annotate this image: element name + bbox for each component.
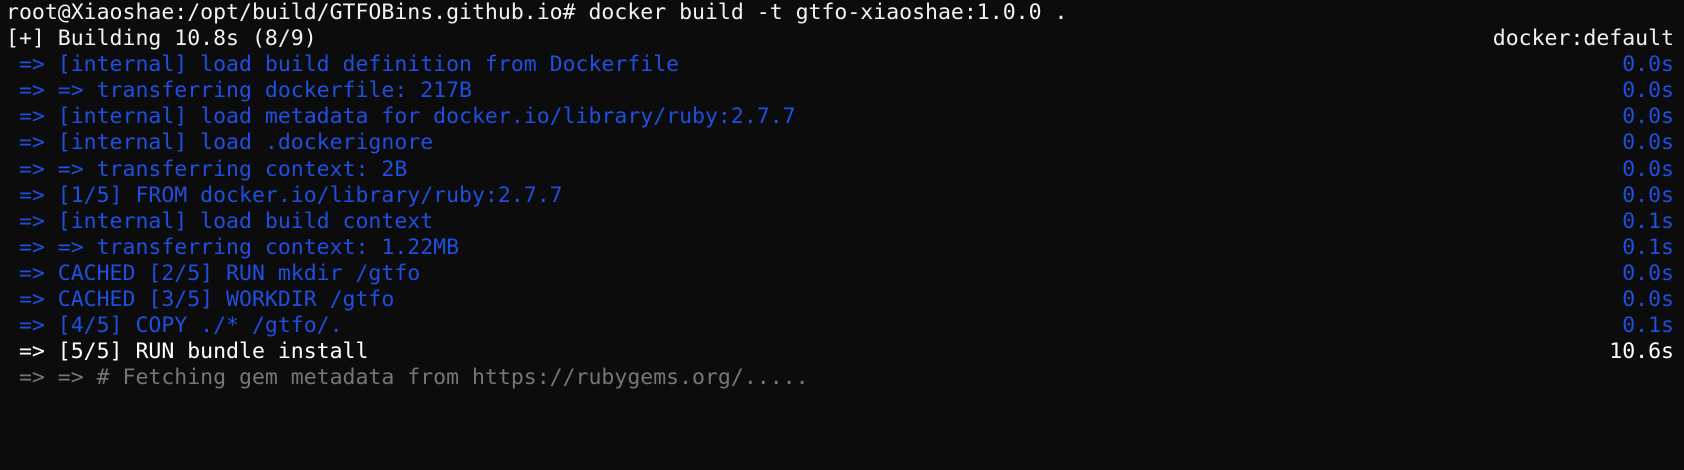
- build-step-time: 0.1s: [1622, 208, 1674, 234]
- build-step-text: => [internal] load metadata for docker.i…: [6, 104, 796, 130]
- build-step-line: => CACHED [3/5] WORKDIR /gtfo 0.0s: [0, 287, 1684, 313]
- build-step-line: => => transferring context: 1.22MB 0.1s: [0, 235, 1684, 261]
- build-step-time: 0.0s: [1622, 130, 1674, 156]
- build-step-text: => => transferring context: 1.22MB: [6, 234, 460, 260]
- build-step-time: 0.0s: [1622, 52, 1674, 78]
- prompt-path: root@Xiaoshae:/opt/build/GTFOBins.github…: [6, 0, 589, 25]
- build-step-line: => [internal] load metadata for docker.i…: [0, 104, 1684, 130]
- build-step-time: 0.0s: [1622, 182, 1674, 208]
- build-step-text: => => transferring dockerfile: 217B: [6, 78, 472, 104]
- build-step-line: => [internal] load .dockerignore 0.0s: [0, 130, 1684, 156]
- build-status-line: [+] Building 10.8s (8/9) docker:default: [0, 26, 1684, 52]
- build-step-text: => CACHED [3/5] WORKDIR /gtfo: [6, 287, 395, 313]
- build-step-time: 0.0s: [1622, 260, 1674, 286]
- build-step-line: => [4/5] COPY ./* /gtfo/. 0.1s: [0, 313, 1684, 339]
- build-step-text: => [internal] load build context: [6, 208, 434, 234]
- build-step-line: => => transferring context: 2B 0.0s: [0, 157, 1684, 183]
- command-prompt-line: root@Xiaoshae:/opt/build/GTFOBins.github…: [0, 0, 1684, 26]
- build-step-time: 0.1s: [1622, 234, 1674, 260]
- build-step-line-running: => [5/5] RUN bundle install 10.6s: [0, 339, 1684, 365]
- build-step-text: => [internal] load .dockerignore: [6, 130, 434, 156]
- typed-command: docker build -t gtfo-xiaoshae:1.0.0 .: [588, 0, 1068, 25]
- build-step-time: 0.0s: [1622, 78, 1674, 104]
- build-step-line: => CACHED [2/5] RUN mkdir /gtfo 0.0s: [0, 261, 1684, 287]
- build-step-text: => [internal] load build definition from…: [6, 52, 680, 78]
- build-step-text: => [1/5] FROM docker.io/library/ruby:2.7…: [6, 182, 563, 208]
- build-step-text: => => transferring context: 2B: [6, 156, 408, 182]
- build-step-time: 0.1s: [1622, 313, 1674, 339]
- build-step-line: => => transferring dockerfile: 217B 0.0s: [0, 78, 1684, 104]
- terminal-window[interactable]: root@Xiaoshae:/opt/build/GTFOBins.github…: [0, 0, 1684, 420]
- builder-name: docker:default: [1492, 26, 1674, 52]
- build-step-text: => [5/5] RUN bundle install: [6, 339, 369, 365]
- build-log-text: => => # Fetching gem metadata from https…: [6, 365, 809, 391]
- build-step-text: => CACHED [2/5] RUN mkdir /gtfo: [6, 260, 421, 286]
- build-step-time: 0.0s: [1622, 287, 1674, 313]
- build-step-time: 0.0s: [1622, 156, 1674, 182]
- build-step-text: => [4/5] COPY ./* /gtfo/.: [6, 313, 343, 339]
- build-step-time: 0.0s: [1622, 104, 1674, 130]
- build-step-line: => [internal] load build context 0.1s: [0, 209, 1684, 235]
- build-step-line: => [1/5] FROM docker.io/library/ruby:2.7…: [0, 183, 1684, 209]
- build-status: [+] Building 10.8s (8/9): [6, 26, 317, 52]
- build-log-line: => => # Fetching gem metadata from https…: [0, 365, 1684, 391]
- build-step-line: => [internal] load build definition from…: [0, 52, 1684, 78]
- command-prompt: root@Xiaoshae:/opt/build/GTFOBins.github…: [6, 0, 1067, 26]
- build-step-time: 10.6s: [1609, 339, 1674, 365]
